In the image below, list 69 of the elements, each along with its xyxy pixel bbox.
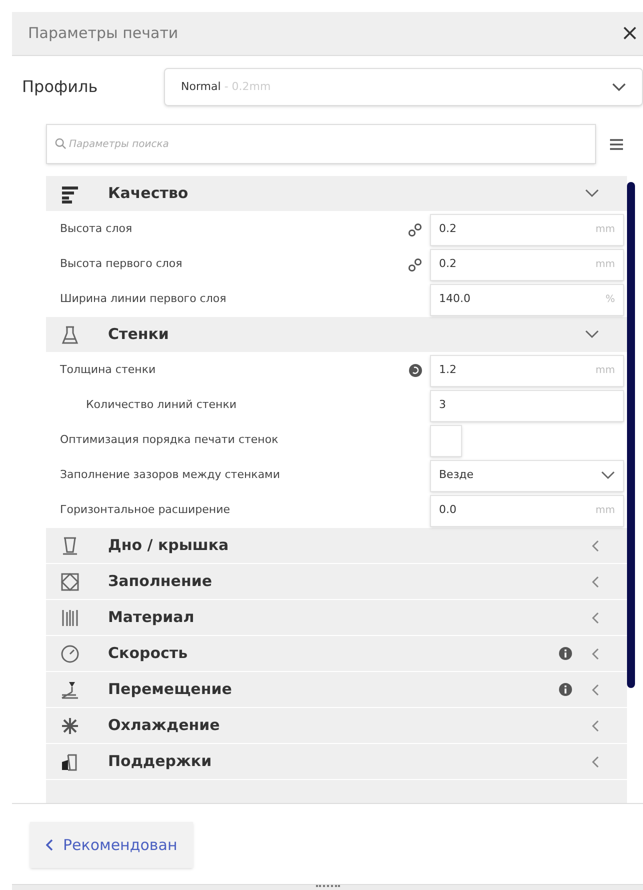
lines-icon: [60, 184, 80, 204]
scrollbar[interactable]: [627, 182, 635, 688]
dropdown[interactable]: Везде: [430, 460, 624, 492]
cup-icon: [60, 536, 80, 556]
menu-icon[interactable]: [610, 138, 623, 150]
category-label: Стенки: [108, 324, 170, 346]
category-label: Перемещение: [108, 679, 233, 700]
category-label: Дно / крышка: [108, 535, 230, 556]
reset-icon[interactable]: [408, 364, 422, 377]
window-title: Параметры печати: [28, 23, 178, 44]
category-label: Скорость: [108, 643, 189, 664]
link-icon[interactable]: [408, 258, 422, 272]
category-header[interactable]: Качество: [46, 176, 627, 211]
setting-label: Высота слоя: [60, 221, 134, 238]
gauge-icon: [60, 644, 80, 664]
category-header[interactable]: Заполнение: [46, 564, 627, 599]
setting-label: Заполнение зазоров между стенками: [60, 467, 282, 484]
chevron-left-icon: [46, 839, 53, 851]
chevron-left-icon: [592, 684, 599, 696]
number-field[interactable]: 0.0 mm: [430, 494, 624, 526]
chevron-left-icon: [592, 756, 599, 768]
chevron-down-icon: [601, 471, 615, 480]
profile-label: Профиль: [22, 76, 99, 98]
number-field[interactable]: 1.2 mm: [430, 354, 624, 386]
resize-handle[interactable]: [12, 884, 643, 890]
nozzle-icon: [60, 680, 80, 700]
fan-icon: [60, 716, 80, 736]
chevron-left-icon: [592, 540, 599, 552]
category-header[interactable]: Охлаждение: [46, 708, 627, 743]
chevron-left-icon: [592, 576, 599, 588]
number-field[interactable]: 0.2 mm: [430, 248, 624, 280]
chevron-down-icon: [585, 189, 599, 198]
setting-label: Толщина стенки: [60, 362, 157, 378]
info-icon[interactable]: [559, 647, 572, 660]
close-button[interactable]: ×: [618, 22, 641, 44]
category-header[interactable]: Дно / крышка: [46, 528, 627, 563]
setting-label: Горизонтальное расширение: [60, 502, 232, 518]
setting-label: Ширина линии первого слоя: [60, 291, 228, 308]
chevron-left-icon: [592, 720, 599, 732]
category-header[interactable]: Материал: [46, 600, 627, 635]
chevron-left-icon: [592, 612, 599, 624]
info-icon[interactable]: [559, 683, 572, 696]
setting-label: Оптимизация порядка печати стенок: [60, 432, 280, 448]
recommended-button[interactable]: Рекомендован: [30, 822, 194, 868]
number-field[interactable]: 140.0 %: [430, 284, 624, 316]
setting-label: Высота первого слоя: [60, 256, 184, 272]
category-header[interactable]: Стенки: [46, 317, 627, 352]
category-label: Охлаждение: [108, 715, 221, 736]
chevron-left-icon: [592, 648, 599, 660]
search-icon: [55, 138, 66, 149]
link-icon[interactable]: [408, 222, 422, 236]
category-label: Качество: [108, 183, 190, 204]
setting-label: Количество линий стенки: [86, 397, 238, 414]
chevron-down-icon: [585, 330, 599, 339]
category-label: Поддержки: [108, 751, 213, 772]
chevron-down-icon: [612, 82, 626, 92]
flask-icon: [60, 324, 80, 344]
search-field[interactable]: Параметры поиска: [46, 124, 596, 164]
category-header[interactable]: Поддержки: [46, 744, 627, 779]
category-header[interactable]: Скорость: [46, 636, 627, 671]
checkbox[interactable]: [430, 424, 462, 456]
number-field[interactable]: 3: [430, 390, 624, 422]
number-field[interactable]: 0.2 mm: [430, 214, 624, 246]
category-label: Материал: [108, 607, 196, 628]
bars-icon: [60, 608, 80, 628]
category-header[interactable]: Перемещение: [46, 672, 627, 707]
category-label: Заполнение: [108, 571, 214, 592]
grid-icon: [60, 572, 80, 592]
support-icon: [60, 752, 80, 772]
